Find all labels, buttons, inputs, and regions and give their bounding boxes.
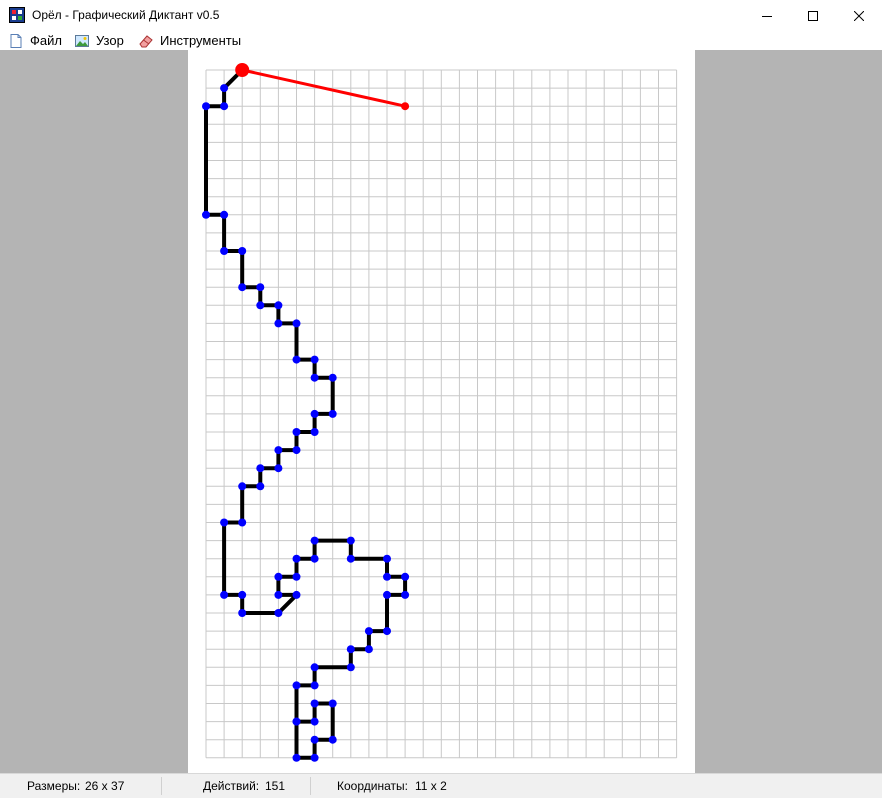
menu-file-label: Файл (30, 33, 62, 48)
path-vertex (220, 590, 229, 599)
minimize-button[interactable] (744, 0, 790, 31)
grid (205, 69, 678, 759)
status-divider (310, 777, 311, 795)
path-vertex (274, 446, 283, 455)
path-vertex (310, 373, 319, 382)
menu-pattern-label: Узор (96, 33, 124, 48)
app-icon (9, 7, 25, 23)
close-button[interactable] (836, 0, 882, 31)
path-vertex (292, 717, 301, 726)
path-vertex (346, 645, 355, 654)
path-vertex (328, 373, 337, 382)
path-vertex (310, 536, 319, 545)
path-vertex (274, 590, 283, 599)
path-vertex (220, 102, 229, 111)
path-vertex (202, 102, 210, 111)
path-vertex (238, 482, 247, 491)
path-vertex (274, 572, 283, 581)
path-vertex (238, 609, 247, 617)
picture-icon (75, 34, 89, 47)
path-vertex (346, 554, 355, 563)
path-vertex (328, 735, 337, 744)
workspace (0, 50, 882, 773)
path-vertex (401, 590, 410, 599)
status-bar: Размеры: 26 x 37 Действий: 151 Координат… (0, 773, 882, 798)
path-vertex (238, 518, 247, 527)
dictation-canvas[interactable] (188, 50, 695, 773)
path-vertex (401, 572, 410, 581)
path-vertex (274, 319, 283, 328)
file-icon (10, 33, 22, 48)
menu-pattern[interactable]: Узор (74, 31, 124, 50)
path-vertex (292, 681, 301, 690)
path-vertex (310, 753, 319, 762)
coords-label: Координаты: (337, 779, 408, 793)
path-vertex (310, 717, 319, 726)
menu-tools-label: Инструменты (160, 33, 242, 48)
actions-label: Действий: (203, 779, 260, 793)
path-vertex (238, 283, 247, 292)
path-vertex (256, 482, 265, 491)
path-vertex (220, 518, 229, 527)
menu-file[interactable]: Файл (8, 31, 62, 50)
minimize-icon (762, 15, 772, 17)
path-vertex (292, 590, 301, 599)
actions-value: 151 (265, 779, 286, 793)
path-vertex (220, 247, 229, 255)
path-vertex (310, 699, 319, 708)
path-vertex (383, 590, 391, 599)
path-vertex (256, 301, 265, 310)
path-vertex (346, 663, 355, 672)
path-vertex (202, 210, 210, 219)
path-vertex (274, 301, 283, 310)
size-value: 26 x 37 (85, 779, 125, 793)
path-vertex (292, 572, 301, 581)
path-vertex (274, 609, 283, 617)
path-vertex (274, 464, 283, 473)
eraser-icon (139, 34, 153, 47)
path-vertex (383, 627, 391, 636)
start-marker (235, 63, 250, 77)
coords-value: 11 x 2 (415, 779, 447, 793)
maximize-icon (808, 10, 818, 21)
path-vertex (292, 446, 301, 455)
path-vertex (364, 645, 373, 654)
maximize-button[interactable] (790, 0, 836, 31)
status-divider (161, 777, 162, 795)
path-vertex (310, 355, 319, 364)
size-label: Размеры: (27, 779, 81, 793)
path-vertex (346, 536, 355, 545)
path-vertex (220, 210, 229, 219)
path-vertex (292, 753, 301, 762)
close-icon (854, 10, 864, 21)
path-vertex (292, 554, 301, 563)
menu-bar: Файл Узор Инструменты (0, 31, 882, 50)
path-vertex (328, 409, 337, 418)
window-title: Орёл - Графический Диктант v0.5 (32, 8, 220, 22)
path-vertex (310, 663, 319, 672)
path-vertex (310, 681, 319, 690)
path-vertex (383, 572, 391, 581)
path-vertex (256, 464, 265, 473)
path-vertex (220, 84, 229, 93)
path-vertex (328, 699, 337, 708)
path-vertex (364, 627, 373, 636)
path-vertex (310, 554, 319, 563)
drawing-sheet[interactable] (188, 50, 695, 773)
path-vertex (238, 247, 247, 255)
cursor-marker (401, 102, 410, 111)
path-vertex (310, 735, 319, 744)
path-vertex (310, 428, 319, 436)
menu-tools[interactable]: Инструменты (138, 31, 241, 50)
title-bar: Орёл - Графический Диктант v0.5 (0, 0, 882, 31)
path-vertex (238, 590, 247, 599)
path-vertex (292, 428, 301, 436)
path-vertex (256, 283, 265, 292)
path-vertex (292, 355, 301, 364)
path-vertex (310, 409, 319, 418)
path-vertex (292, 319, 301, 328)
path-vertex (383, 554, 391, 563)
